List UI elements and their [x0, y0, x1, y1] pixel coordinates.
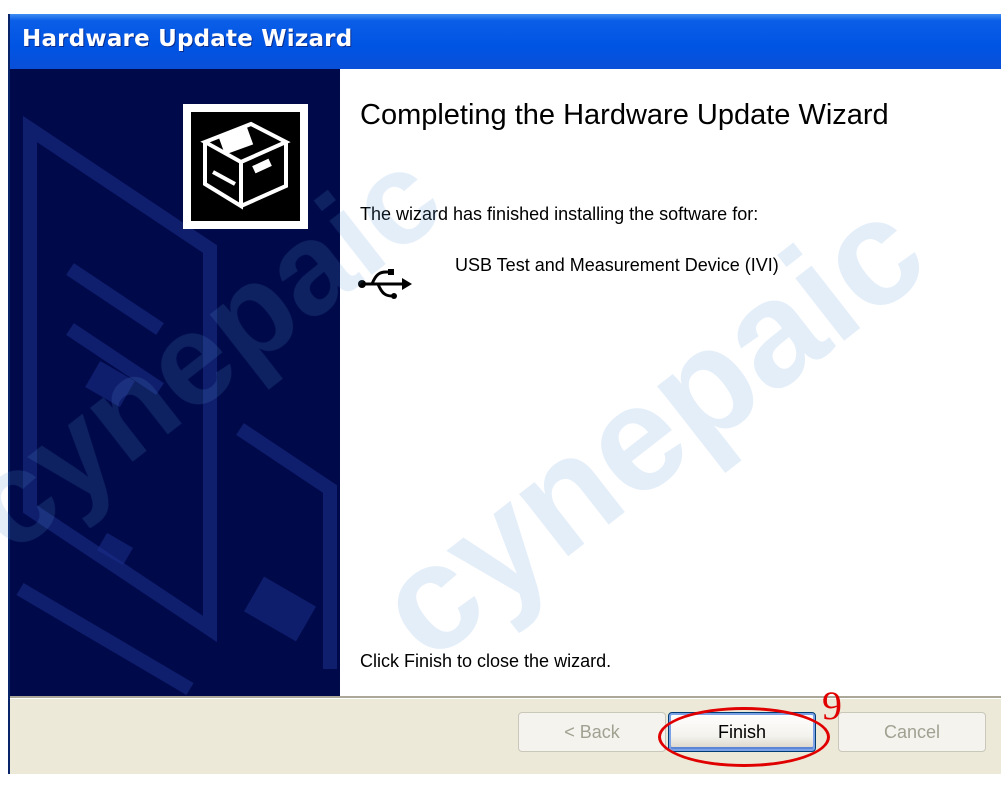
- usb-icon: [358, 269, 412, 299]
- wizard-side-panel: [10, 69, 340, 696]
- hardware-drive-icon: [183, 104, 308, 229]
- device-name: USB Test and Measurement Device (IVI): [455, 255, 779, 275]
- footer-instructions: Click Finish to close the wizard.: [360, 651, 612, 671]
- finish-button[interactable]: Finish: [668, 712, 816, 752]
- cancel-button[interactable]: Cancel: [838, 712, 986, 752]
- wizard-content: Completing the Hardware Update Wizard Th…: [340, 69, 1001, 696]
- back-button[interactable]: < Back: [518, 712, 666, 752]
- intro-text: The wizard has finished installing the s…: [360, 204, 759, 224]
- step-number-annotation: 9: [822, 683, 842, 728]
- wizard-window: Hardware Update Wizard Completing the Ha…: [8, 14, 1001, 774]
- window-title: Hardware Update Wizard: [22, 26, 353, 52]
- title-bar[interactable]: Hardware Update Wizard: [10, 14, 1001, 69]
- page-title: Completing the Hardware Update Wizard: [360, 99, 889, 131]
- button-separator: [10, 696, 1001, 699]
